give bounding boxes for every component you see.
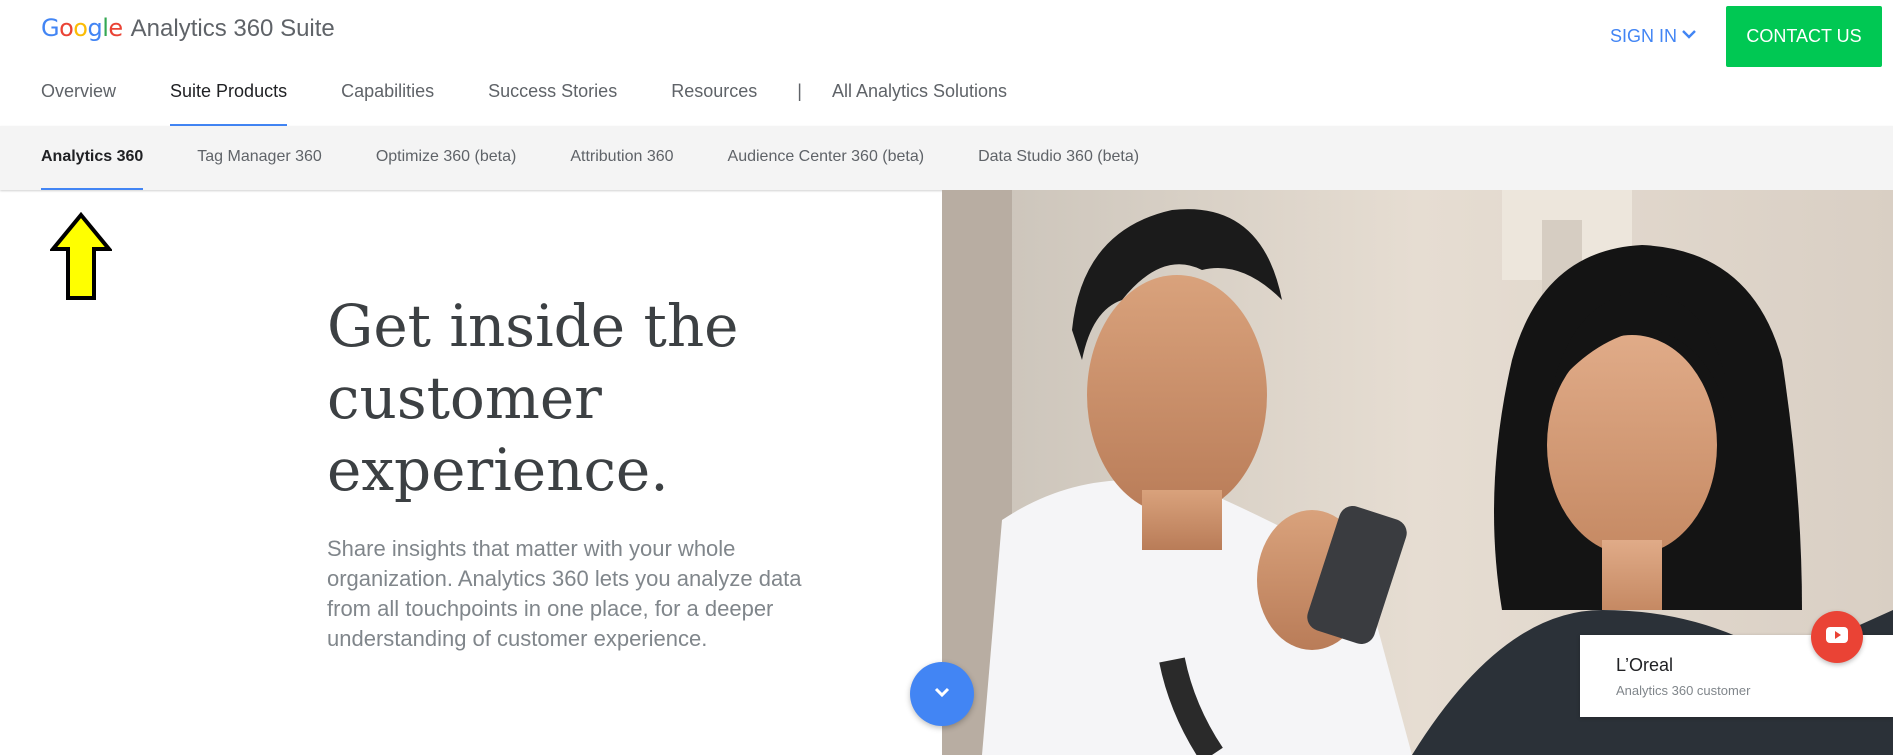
play-video-button[interactable] (1811, 611, 1863, 663)
subnav-analytics-360[interactable]: Analytics 360 (41, 126, 144, 190)
subnav-attribution-360[interactable]: Attribution 360 (570, 126, 673, 190)
contact-us-button[interactable]: CONTACT US (1726, 6, 1882, 67)
chevron-down-icon (931, 681, 953, 708)
nav-overview[interactable]: Overview (41, 70, 116, 126)
nav-separator: | (797, 81, 802, 101)
subnav-optimize-360[interactable]: Optimize 360 (beta) (376, 126, 517, 190)
up-arrow-icon (48, 211, 114, 302)
subnav-audience-center-360[interactable]: Audience Center 360 (beta) (728, 126, 925, 190)
sign-in-button[interactable]: SIGN IN (1610, 26, 1697, 47)
headline-line: Get inside the (327, 292, 739, 360)
hero-headline: Get inside the customer experience. (327, 290, 927, 506)
subnav-tag-manager-360[interactable]: Tag Manager 360 (197, 126, 322, 190)
product-name: Analytics 360 Suite (130, 15, 335, 42)
subnav-data-studio-360[interactable]: Data Studio 360 (beta) (978, 126, 1139, 190)
google-wordmark: Google (41, 14, 123, 42)
hero-body: Share insights that matter with your who… (327, 536, 802, 651)
nav-all-analytics-solutions[interactable]: All Analytics Solutions (832, 70, 1007, 126)
customer-subtitle: Analytics 360 customer (1616, 683, 1751, 698)
nav-resources[interactable]: Resources (671, 70, 757, 126)
customer-name: L’Oreal (1616, 655, 1674, 675)
chevron-down-icon (1681, 26, 1697, 47)
primary-nav: Overview Suite Products Capabilities Suc… (41, 70, 1061, 126)
scroll-down-button[interactable] (910, 662, 974, 726)
nav-success-stories[interactable]: Success Stories (488, 70, 617, 126)
headline-line: customer (327, 364, 602, 432)
sign-in-label: SIGN IN (1610, 26, 1678, 46)
youtube-play-icon (1825, 625, 1849, 650)
product-sub-nav: Analytics 360 Tag Manager 360 Optimize 3… (0, 126, 1893, 190)
site-header: Google Analytics 360 Suite Overview Suit… (0, 0, 1893, 126)
headline-line: experience. (327, 436, 669, 504)
analytics-suite-logo[interactable]: Google Analytics 360 Suite (41, 14, 335, 48)
nav-suite-products[interactable]: Suite Products (170, 70, 288, 126)
nav-capabilities[interactable]: Capabilities (341, 70, 434, 126)
